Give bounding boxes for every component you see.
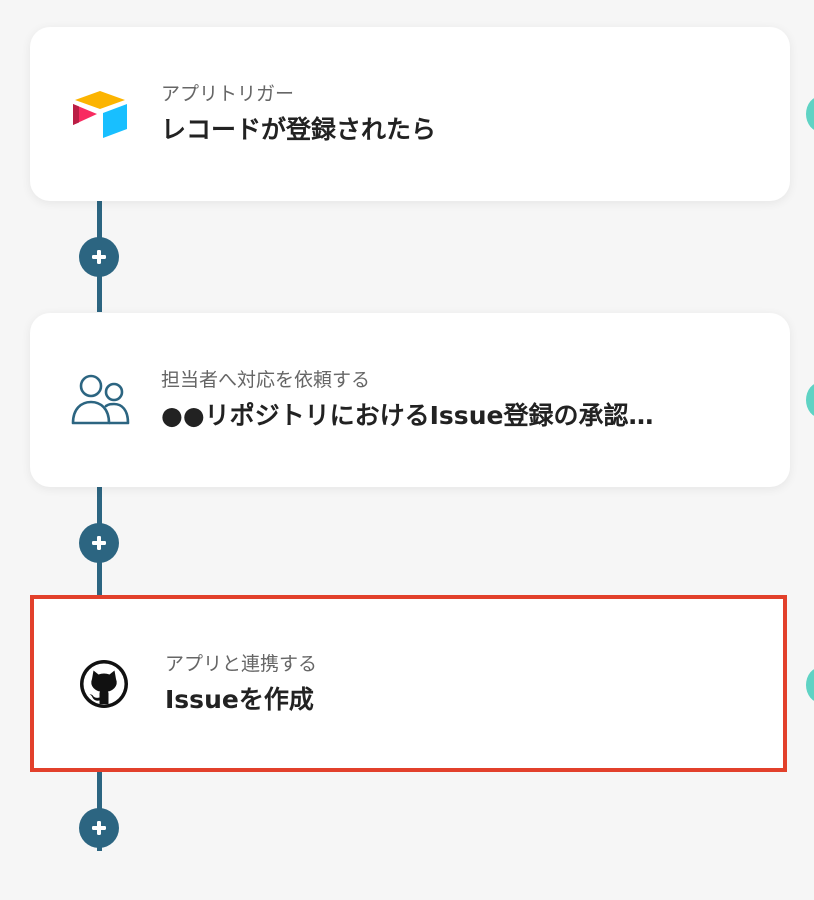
add-step-button[interactable] [79,237,119,277]
step-text: 担当者へ対応を依頼する ●●リポジトリにおけるIssue登録の承認… [161,367,761,433]
step-title: レコードが登録されたら [161,115,437,144]
step-kind-label: 担当者へ対応を依頼する [161,369,371,391]
step-card-approval[interactable]: 担当者へ対応を依頼する ●●リポジトリにおけるIssue登録の承認… [30,313,790,487]
step-title: Issueを作成 [165,684,314,714]
plus-icon [92,821,106,835]
flow-canvas: アプリトリガー レコードが登録されたら 担当者へ対応を依頼する ●●リポジトリに… [0,0,814,900]
plus-icon [92,536,106,550]
step-kind-label: アプリと連携する [165,652,318,675]
step-card-github-action[interactable]: アプリと連携する Issueを作成 [30,595,787,772]
step-kind-label: アプリトリガー [161,83,295,105]
github-icon [74,654,134,714]
step-text: アプリと連携する Issueを作成 [165,651,765,717]
step-text: アプリトリガー レコードが登録されたら [161,81,761,147]
step-status-indicator[interactable] [806,667,814,703]
plus-icon [92,250,106,264]
step-status-indicator[interactable] [806,96,814,132]
users-icon [70,370,130,430]
add-step-button[interactable] [79,523,119,563]
step-card-trigger[interactable]: アプリトリガー レコードが登録されたら [30,27,790,201]
step-title: ●●リポジトリにおけるIssue登録の承認… [161,401,654,430]
airtable-icon [70,84,130,144]
step-status-indicator[interactable] [806,382,814,418]
add-step-button[interactable] [79,808,119,848]
